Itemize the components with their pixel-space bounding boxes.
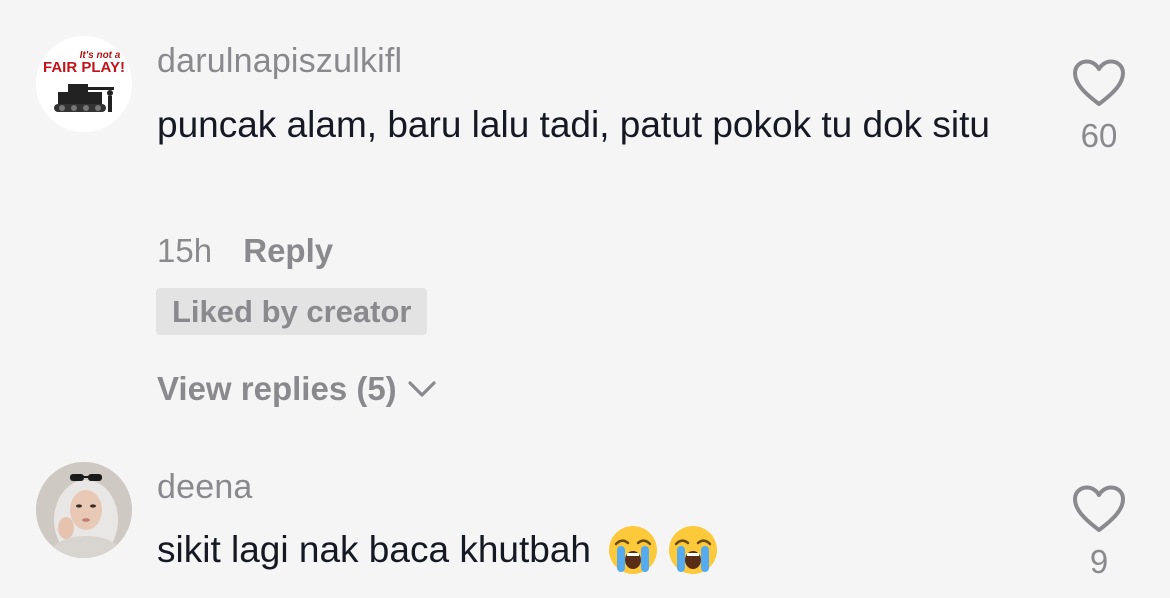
comment-text-content: sikit lagi nak baca khutbah — [157, 529, 591, 570]
comment-username[interactable]: deena — [157, 468, 253, 507]
like-count: 60 — [1080, 117, 1118, 154]
view-replies-button[interactable]: View replies (5) — [157, 370, 437, 408]
chevron-down-icon — [408, 381, 436, 397]
view-replies-label: View replies (5) — [157, 370, 397, 407]
like-count: 9 — [1089, 543, 1109, 580]
liked-by-creator-badge: Liked by creator — [156, 288, 428, 335]
avatar[interactable]: It's not a FAIR PLAY! — [36, 36, 132, 132]
svg-text:FAIR PLAY!: FAIR PLAY! — [43, 59, 125, 76]
like-button[interactable]: 60 — [1064, 58, 1134, 155]
comment-text: puncak alam, baru lalu tadi, patut pokok… — [157, 104, 991, 145]
comments-panel: It's not a FAIR PLAY! darulnapiszulkifl … — [0, 0, 1170, 598]
heart-outline-icon — [1073, 59, 1125, 106]
comment-timestamp: 15h — [157, 232, 213, 269]
avatar[interactable] — [36, 462, 132, 558]
loudly-crying-face-emoji — [609, 526, 657, 574]
comment-text: sikit lagi nak baca khutbah — [157, 520, 1017, 580]
comment-meta: 15h Reply — [157, 232, 333, 270]
loudly-crying-face-emoji — [669, 526, 717, 574]
reply-button[interactable]: Reply — [243, 232, 333, 269]
comment-username[interactable]: darulnapiszulkifl — [157, 42, 402, 81]
like-button[interactable]: 9 — [1064, 484, 1134, 581]
heart-outline-icon — [1073, 485, 1125, 532]
